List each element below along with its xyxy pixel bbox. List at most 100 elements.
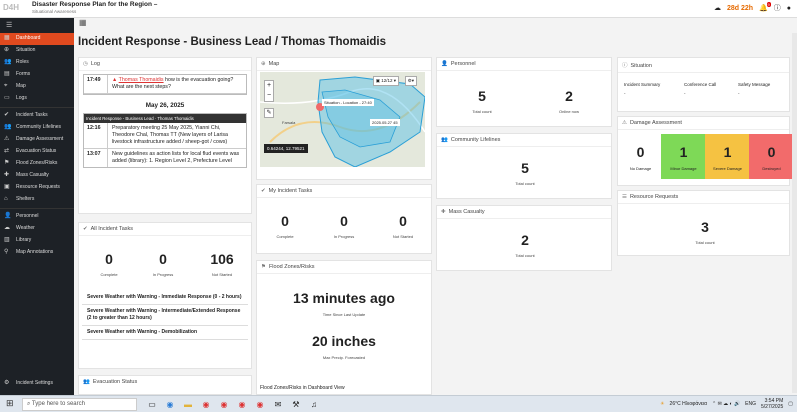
lifelines-card: 👥 Community Lifelines 5 Total count (436, 133, 612, 199)
sidebar-item-roles[interactable]: 👥 Roles (0, 57, 74, 69)
all-tasks-card: ✔ All Incident Tasks 0 Complete 0 In Progre… (78, 222, 252, 369)
sidebar-item-shelters[interactable]: ⌂ Shelters (0, 194, 74, 206)
settings-icon[interactable]: ⚙▾ (404, 76, 417, 86)
damage-none[interactable]: 0 No Damage (618, 134, 663, 179)
sidebar-item-weather[interactable]: ☁ Weather (0, 223, 74, 235)
edge-icon[interactable]: ◉ (163, 398, 177, 411)
sidebar-item-dashboard[interactable]: ▦ Dashboard (0, 33, 74, 45)
notification-count: 9 (766, 2, 771, 7)
task-item[interactable]: Severe Weather with Warning - Immediate … (82, 291, 248, 305)
notification-center-icon[interactable]: ▢ (788, 401, 793, 407)
damage-destroyed[interactable]: 0 Destroyed (749, 134, 794, 179)
home-icon: ⌂ (4, 196, 8, 202)
sidebar-item-logs[interactable]: ▭ Logs (0, 93, 74, 105)
notification-icon[interactable]: 🔔 9 (759, 2, 771, 12)
sidebar-item-library[interactable]: ▥ Library (0, 235, 74, 247)
sidebar-item-community-lifelines[interactable]: 👥 Community Lifelines (0, 122, 74, 134)
app-icon[interactable]: ⚒ (289, 398, 303, 411)
user-icon: 👤 (441, 61, 448, 67)
flood-card: ⚑ Flood Zones/Risks 13 minutes ago Time S… (256, 260, 432, 395)
incident-summary[interactable]: Incident Summary - (624, 82, 660, 96)
list-icon: ☰ (622, 194, 627, 200)
file-icon: ▭ (4, 95, 10, 101)
globe-icon: ⊕ (261, 61, 266, 67)
cloud-icon[interactable]: ☁ (714, 4, 721, 12)
app-subtitle: Situational Awareness (32, 9, 77, 14)
zoom-control[interactable]: + − (264, 80, 274, 102)
sidebar-item-mass-casualty[interactable]: ✚ Mass Casualty (0, 170, 74, 182)
log-date: May 26, 2025 (145, 102, 185, 109)
map-card: ⊕ Map + − ✎ ▣ 12/12 ▾ ⚙▾ Situation - Locat… (256, 57, 432, 180)
grid-icon[interactable]: ▦ (79, 18, 87, 27)
weather-icon[interactable]: ☀ (660, 401, 664, 407)
explorer-icon[interactable]: ▬ (181, 398, 195, 411)
windows-start-icon[interactable]: ⊞ (6, 398, 14, 409)
map-icon: ⌖ (4, 83, 8, 89)
check-icon: ✔ (261, 188, 266, 194)
tray-icons[interactable]: ⌃ ✉ ☁ ◐ 🔊 (712, 401, 740, 407)
coordinates-readout: 0.64244, 12.79521 (264, 144, 308, 153)
conference-call[interactable]: Conference Call - (684, 82, 716, 96)
log-section-header: Incident Response - Business Lead · Thom… (84, 114, 246, 123)
map-view[interactable]: + − ✎ ▣ 12/12 ▾ ⚙▾ Situation - Location -… (260, 72, 425, 167)
user-icon[interactable]: ● (787, 5, 791, 12)
chrome-icon[interactable]: ◉ (235, 398, 249, 411)
app-icon[interactable]: ♫ (307, 398, 321, 411)
users-icon: 👥 (441, 137, 448, 143)
map-label: Situation - Location - 27:40 (322, 99, 374, 106)
app-icon[interactable]: ✉ (271, 398, 285, 411)
personnel-card: 👤 Personnel 5 Total count 2 Online now (436, 57, 612, 127)
sidebar-item-forms[interactable]: ▤ Forms (0, 69, 74, 81)
flag-icon: ⚑ (4, 160, 10, 166)
users-icon: 👥 (4, 59, 12, 65)
task-item[interactable]: Severe Weather with Warning - Intermedia… (82, 305, 248, 326)
resources-card: ☰ Resource Requests 3 Total count (617, 190, 790, 256)
sidebar-item-evacuation-status[interactable]: ⇄ Evacuation Status (0, 146, 74, 158)
user-icon: 👤 (4, 213, 12, 219)
cloud-icon: ☁ (4, 225, 10, 231)
sidebar-item-situation[interactable]: ⊕ Situation (0, 45, 74, 57)
sidebar-item-damage-assessment[interactable]: ⚠ Damage Assessment (0, 134, 74, 146)
tasks-complete-count: 0 (105, 251, 113, 267)
chrome-icon[interactable]: ◉ (217, 398, 231, 411)
menu-toggle[interactable]: ☰ (0, 18, 74, 33)
layer-selector[interactable]: ▣ 12/12 ▾ (372, 76, 399, 86)
safety-message[interactable]: Safety Message - (738, 82, 770, 96)
flood-last-update: 13 minutes ago (293, 290, 395, 306)
task-view-icon[interactable]: ▭ (145, 398, 159, 411)
scrollbar[interactable] (792, 33, 797, 393)
sidebar-item-incident-tasks[interactable]: ✔ Incident Tasks (0, 110, 74, 122)
app-logo: D4H (3, 3, 20, 12)
help-icon[interactable]: ⓘ (774, 3, 781, 13)
log-row: 13:07 New guidelines as action lists for … (84, 149, 246, 167)
tasks-notstarted-count: 106 (210, 251, 234, 267)
map-label: 2025.05.27 45 (370, 119, 400, 126)
sidebar-item-map-annotations[interactable]: ⚲ Map Annotations (0, 247, 74, 259)
check-icon: ✔ (4, 112, 10, 118)
sidebar-item-flood-zones-risks[interactable]: ⚑ Flood Zones/Risks (0, 158, 74, 170)
evacuation-card: 👥 Evacuation Status (78, 375, 252, 395)
globe-icon: ⊕ (4, 47, 10, 53)
grid-icon: ▦ (4, 35, 10, 41)
sidebar-item-personnel[interactable]: 👤 Personnel (0, 211, 74, 223)
chrome-icon[interactable]: ◉ (199, 398, 213, 411)
cross-icon: ✚ (441, 209, 446, 215)
chrome-icon[interactable]: ◉ (253, 398, 267, 411)
sidebar-item-resource-requests[interactable]: ▣ Resource Requests (0, 182, 74, 194)
draw-icon[interactable]: ✎ (264, 108, 274, 118)
pin-icon: ⚲ (4, 249, 9, 255)
arrow-icon: ⇄ (4, 148, 10, 154)
windows-taskbar: ⊞ ⌕ Type here to search ▭ ◉ ▬ ◉ ◉ ◉ ◉ ✉ … (0, 395, 797, 412)
damage-severe[interactable]: 1 Severe Damage (705, 134, 750, 179)
sidebar-item-map[interactable]: ⌖ Map (0, 81, 74, 93)
damage-minor[interactable]: 1 Minor Damage (661, 134, 706, 179)
task-item[interactable]: Severe Weather with Warning - Demobiliza… (82, 326, 248, 340)
hamburger-icon[interactable]: ☰ (6, 22, 12, 29)
sidebar-item-incident-settings[interactable]: ⚙ Incident Settings (0, 378, 74, 390)
taskbar-search[interactable]: ⌕ Type here to search (22, 398, 137, 411)
info-icon: ⓘ (622, 63, 628, 69)
casualty-card: ✚ Mass Casualty 2 Total count (436, 205, 612, 271)
top-bar: D4H Disaster Response Plan for the Regio… (0, 0, 797, 18)
map-town: Farsala (282, 120, 296, 125)
gear-icon: ⚙ (4, 380, 10, 386)
